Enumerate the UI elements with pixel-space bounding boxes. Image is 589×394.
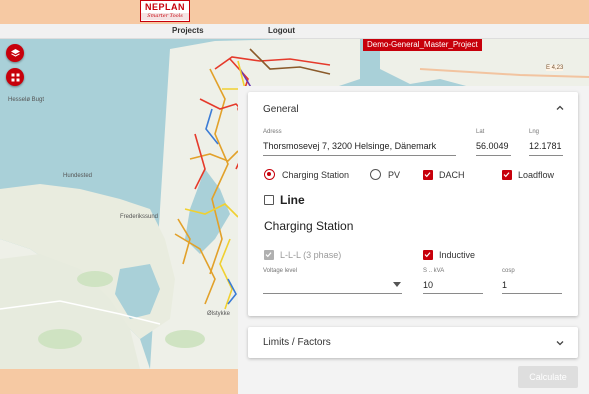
three-phase-label: L-L-L (3 phase): [280, 250, 342, 260]
map-label-frederikssund: Frederikssund: [120, 214, 159, 220]
top-bar: NEPLAN Smarter Tools: [0, 0, 589, 24]
nav-logout-link[interactable]: Logout: [268, 24, 295, 38]
limits-card[interactable]: Limits / Factors: [248, 327, 578, 358]
s-kva-label: S .. kVA: [423, 268, 445, 274]
logo-tagline: Smarter Tools: [141, 13, 189, 20]
layers-button[interactable]: [6, 44, 24, 62]
project-badge[interactable]: Demo-General_Master_Project: [363, 39, 482, 51]
general-card: General Adress Thorsmosevej 7, 3200 Hels…: [248, 92, 578, 316]
chevron-up-icon[interactable]: [555, 103, 565, 113]
three-phase-checkbox[interactable]: [264, 250, 274, 260]
map-label-hessle-bugt: Hesselø Bugt: [8, 97, 45, 103]
voltage-level-label: Voltage level: [263, 268, 298, 274]
chevron-down-icon[interactable]: [555, 338, 565, 348]
line-label: Line: [280, 193, 305, 207]
cosp-input[interactable]: 1: [502, 280, 507, 290]
dach-label: DACH: [439, 170, 465, 180]
dach-checkbox[interactable]: [423, 170, 433, 180]
charging-station-heading: Charging Station: [264, 219, 354, 233]
cosp-underline: [502, 293, 562, 294]
check-icon: [424, 172, 431, 178]
adress-label: Adress: [263, 129, 282, 135]
inductive-label: Inductive: [439, 250, 476, 260]
map-road-sign: E 4,23: [546, 65, 564, 71]
charging-station-radio[interactable]: [264, 169, 275, 180]
calculate-button[interactable]: Calculate: [518, 366, 578, 388]
nav-bar: Projects Logout: [0, 24, 589, 39]
lat-underline: [476, 155, 511, 156]
inductive-checkbox[interactable]: [423, 250, 433, 260]
loadflow-label: Loadflow: [518, 170, 555, 180]
lng-underline: [529, 155, 563, 156]
neplan-logo: NEPLAN Smarter Tools: [140, 0, 190, 22]
lat-label: Lat: [476, 129, 485, 135]
map-label-hundested: Hundested: [63, 173, 93, 179]
s-kva-input[interactable]: 10: [423, 280, 433, 290]
charging-station-option-label: Charging Station: [282, 170, 350, 180]
layers-icon: [10, 48, 20, 57]
adress-input[interactable]: Thorsmosevej 7, 3200 Helsinge, Dänemark: [263, 141, 436, 151]
line-checkbox[interactable]: [264, 195, 274, 205]
nav-projects-link[interactable]: Projects: [172, 24, 204, 38]
check-icon: [265, 252, 272, 258]
lng-label: Lng: [529, 129, 540, 135]
lng-input[interactable]: 12.1781: [529, 141, 562, 151]
pv-radio[interactable]: [370, 169, 381, 180]
general-title: General: [263, 104, 299, 115]
s-kva-underline: [423, 293, 483, 294]
check-icon: [503, 172, 510, 178]
dropdown-arrow-icon[interactable]: [393, 282, 401, 287]
cosp-label: cosp: [502, 268, 515, 274]
limits-title: Limits / Factors: [263, 337, 331, 348]
loadflow-checkbox[interactable]: [502, 170, 512, 180]
map-label-olstykke: Ølstykke: [207, 311, 231, 317]
logo-brand: NEPLAN: [144, 2, 185, 12]
check-icon: [424, 252, 431, 258]
grid-button[interactable]: [6, 68, 24, 86]
pv-option-label: PV: [388, 170, 401, 180]
adress-underline: [263, 155, 456, 156]
lat-input[interactable]: 56.0049: [476, 141, 509, 151]
voltage-level-underline: [263, 293, 402, 294]
grid-icon: [11, 73, 19, 81]
